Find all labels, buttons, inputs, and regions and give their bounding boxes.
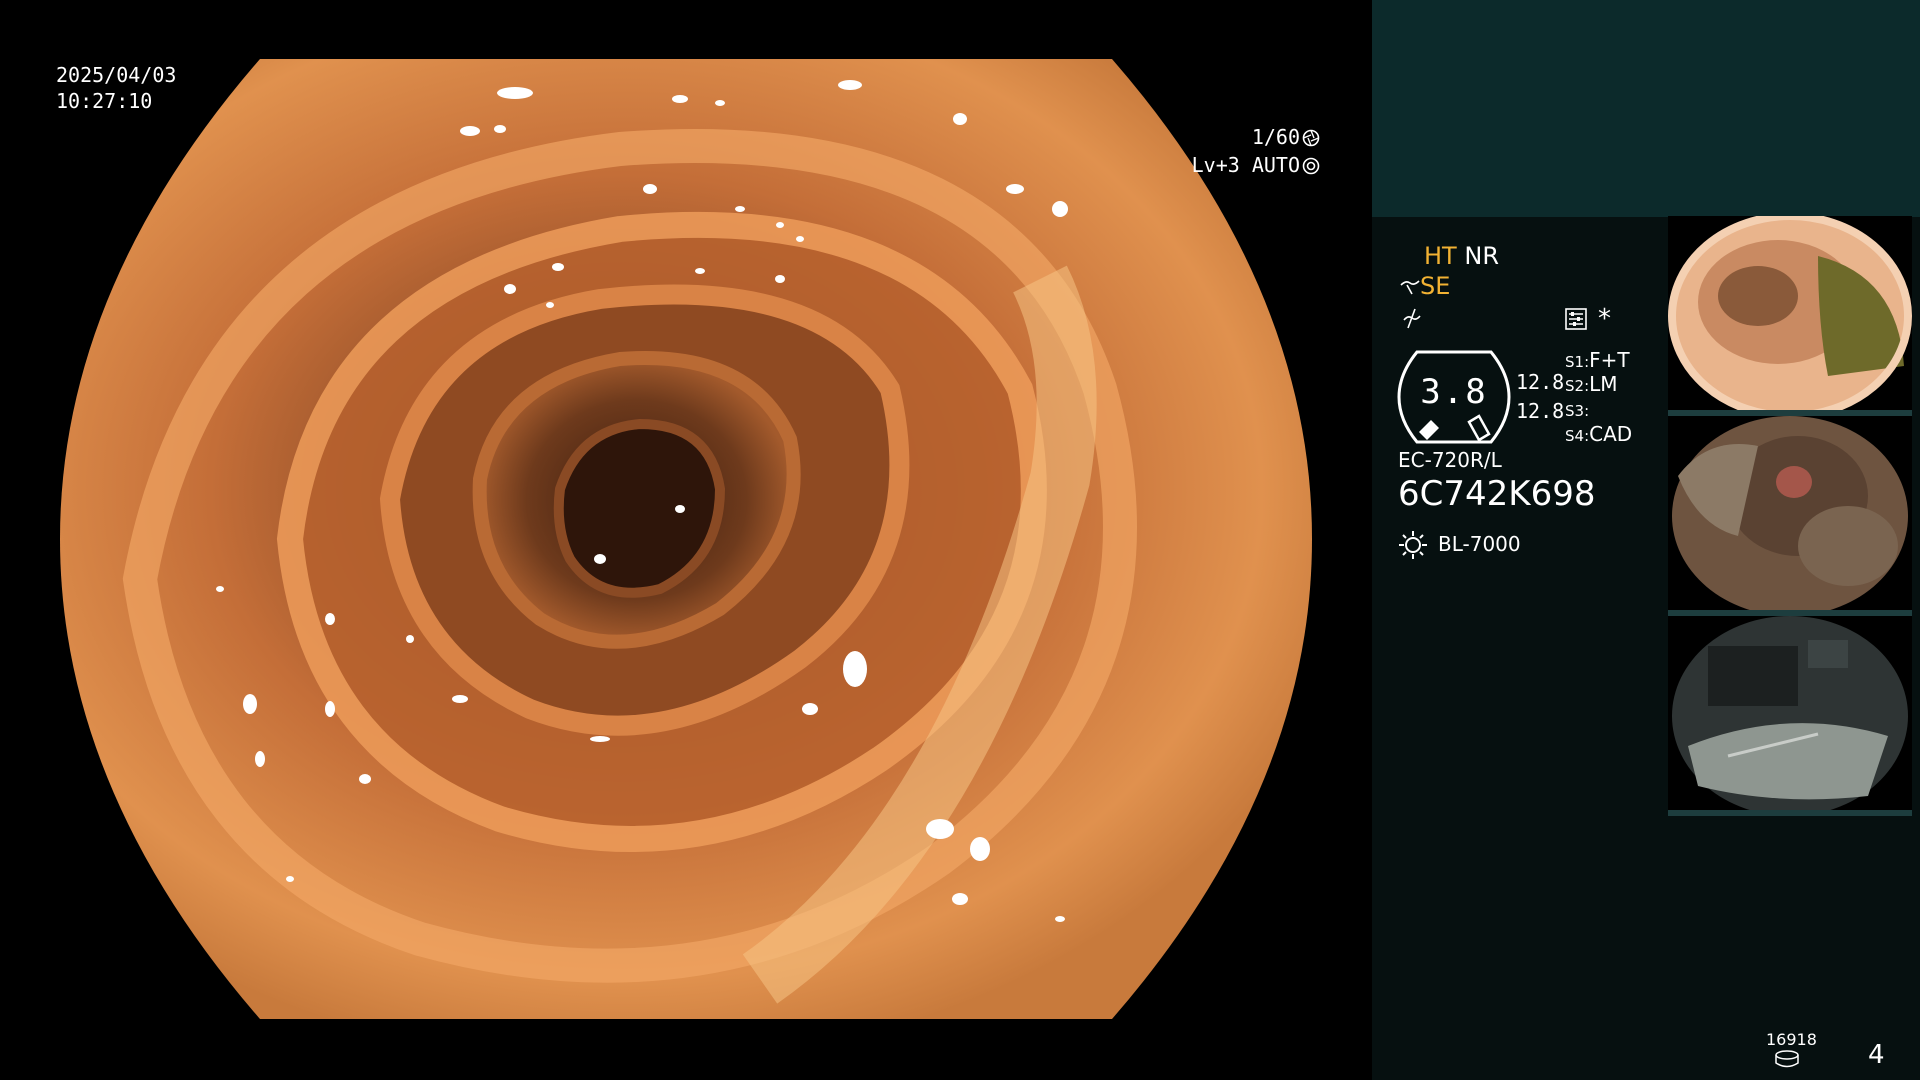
switch-key: S3: [1565, 402, 1590, 420]
switch-assignment-s3: S3: [1565, 397, 1589, 421]
scope-serial-number: 6C742K698 [1398, 474, 1596, 514]
status-side-panel: HT NR SE * 3.8 12.8 12.8 S1:F+T S2:LM S3… [1372, 0, 1920, 1080]
image-processing-status: HT NR [1424, 242, 1499, 270]
scope-model: EC-720R/L [1398, 448, 1502, 472]
exam-date: 2025/04/03 [56, 63, 177, 87]
switch-assignment-s2: S2:LM [1565, 372, 1618, 396]
switch-function: LM [1589, 372, 1618, 396]
brightness-level-value: Lv+3 AUTO [1191, 153, 1300, 177]
se-indicator: SE [1420, 272, 1451, 300]
switch-function: F+T [1589, 348, 1630, 372]
freeze-icon [1403, 308, 1421, 329]
storage-count: 16918 [1766, 1030, 1817, 1049]
captured-image-thumbnail[interactable] [1668, 416, 1912, 616]
thumbnail-image [1672, 616, 1908, 810]
panel-header-area [1372, 0, 1920, 217]
storage-icon [1775, 1050, 1799, 1068]
nr-indicator: NR [1464, 242, 1499, 270]
switch-key: S4: [1565, 427, 1590, 445]
exam-time: 10:27:10 [56, 89, 153, 113]
processor-value-1: 12.8 [1516, 370, 1565, 394]
captured-image-thumbnail[interactable] [1668, 616, 1912, 816]
ht-indicator: HT [1424, 242, 1457, 270]
switch-key: S2: [1565, 377, 1590, 395]
page-number: 4 [1868, 1040, 1885, 1070]
structure-enhancement-status: SE [1400, 272, 1450, 300]
light-source-model: BL-7000 [1438, 532, 1521, 556]
switch-key: S1: [1565, 353, 1590, 371]
asterisk-indicator: * [1598, 304, 1611, 334]
captured-image-thumbnail[interactable] [1668, 216, 1912, 416]
switch-assignment-s1: S1:F+T [1565, 348, 1630, 372]
zoom-magnification-value: 3.8 [1420, 372, 1488, 412]
structure-enhance-icon [1400, 280, 1420, 295]
auto-iris-icon [1302, 157, 1320, 175]
endoscope-image [60, 59, 1312, 1019]
brightness-level-readout: Lv+3 AUTO [1143, 126, 1320, 204]
thumbnail-image [1672, 416, 1908, 610]
thumbnail-image [1668, 216, 1912, 410]
light-source-icon [1399, 531, 1427, 559]
endoscope-main-view: 2025/04/03 10:27:10 1/60 Lv+3 AUTO [0, 0, 1372, 1080]
switch-function: CAD [1589, 422, 1633, 446]
processor-value-2: 12.8 [1516, 399, 1565, 423]
settings-panel-icon [1565, 308, 1587, 330]
switch-assignment-s4: S4:CAD [1565, 422, 1632, 446]
